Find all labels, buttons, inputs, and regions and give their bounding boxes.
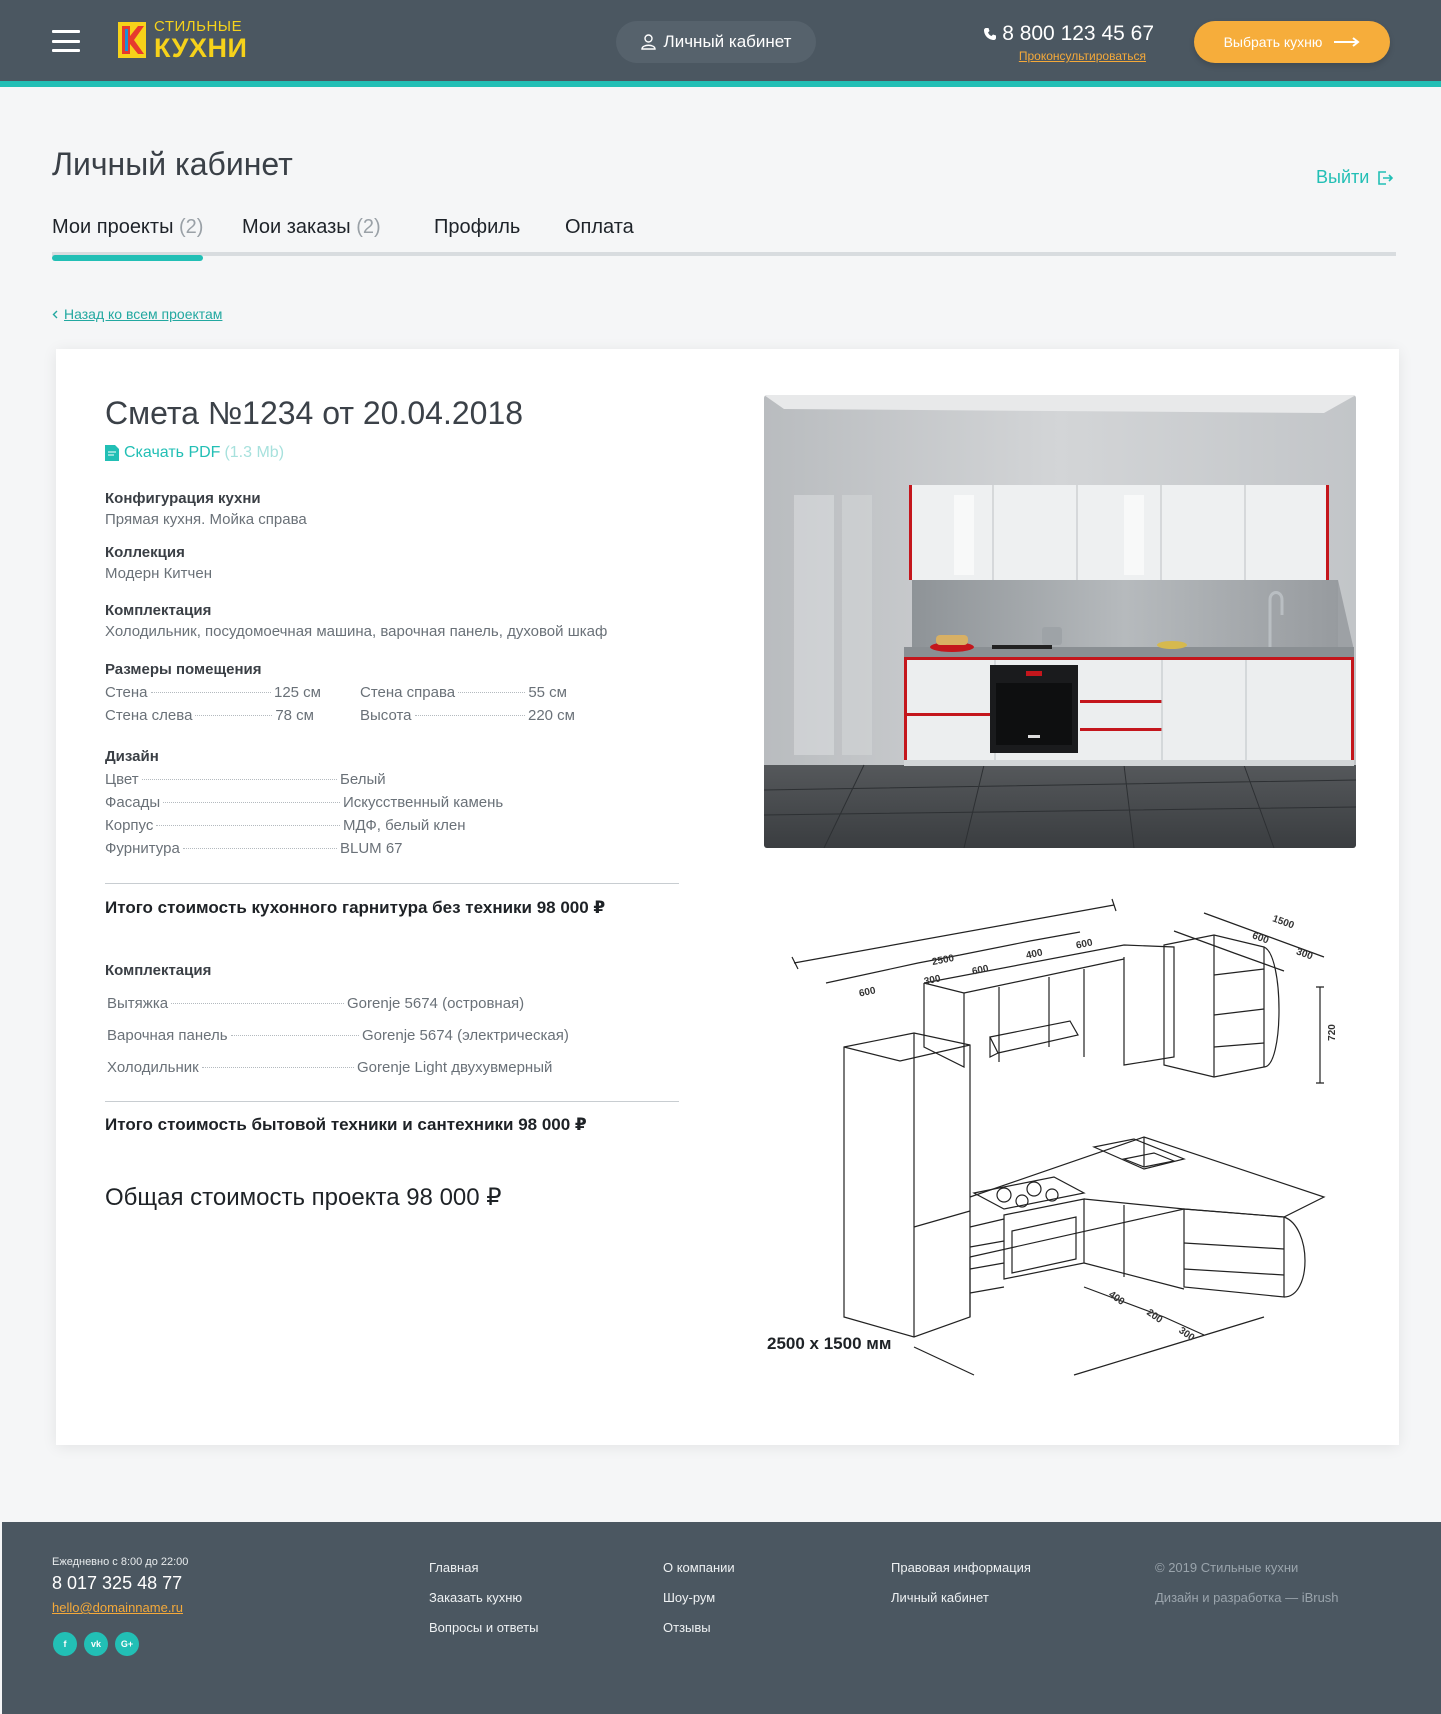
account-tabs: Мои проекты (2) Мои заказы (2) Профиль О…	[52, 216, 1396, 261]
consult-link[interactable]: Проконсультироваться	[1019, 49, 1146, 63]
design-body: Корпус МДФ, белый клен	[105, 817, 466, 834]
tab-my-orders[interactable]: Мои заказы (2)	[242, 216, 381, 239]
credits[interactable]: Дизайн и разработка — iBrush	[1155, 1590, 1339, 1605]
logo-line-2: КУХНИ	[154, 32, 248, 63]
appliance-hob: Варочная панель Gorenje 5674 (электрическ…	[107, 1027, 569, 1044]
room-wall-left: Стена слева 78 см	[105, 707, 314, 724]
divider	[105, 883, 679, 884]
footer-link-account[interactable]: Личный кабинет	[891, 1590, 989, 1605]
google-plus-icon[interactable]: G+	[115, 1632, 139, 1656]
account-button[interactable]: Личный кабинет	[616, 21, 816, 63]
design-hardware: Фурнитура BLUM 67	[105, 840, 403, 857]
total-appliances: Итого стоимость бытовой техники и сантех…	[105, 1115, 587, 1134]
collection-value: Модерн Китчен	[105, 565, 212, 582]
footer-email[interactable]: hello@domainname.ru	[52, 1600, 183, 1615]
vk-icon[interactable]: vk	[84, 1632, 108, 1656]
download-pdf-link[interactable]: Скачать PDF (1.3 Mb)	[105, 444, 284, 462]
room-wall-right: Стена справа 55 см	[360, 684, 567, 701]
menu-icon[interactable]	[52, 30, 80, 52]
equipment-value: Холодильник, посудомоечная машина, вароч…	[105, 623, 608, 640]
footer-link-faq[interactable]: Вопросы и ответы	[429, 1620, 538, 1635]
logo[interactable]: СТИЛЬНЫЕ КУХНИ	[118, 17, 248, 63]
estimate-title: Смета №1234 от 20.04.2018	[105, 395, 524, 431]
design-facades: Фасады Искусственный камень	[105, 794, 504, 811]
contact-block: 8 800 123 45 67 Проконсультироваться	[980, 22, 1154, 65]
appliances-label: Комплектация	[105, 962, 212, 979]
header-phone[interactable]: 8 800 123 45 67	[980, 22, 1154, 46]
config-label: Конфигурация кухни	[105, 490, 261, 507]
grand-total: Общая стоимость проекта 98 000 ₽	[105, 1184, 502, 1211]
divider	[105, 1101, 679, 1102]
drawing-caption: 2500 х 1500 мм	[767, 1334, 892, 1353]
room-height: Высота 220 см	[360, 707, 575, 724]
config-value: Прямая кухня. Мойка справа	[105, 511, 307, 528]
page-title: Личный кабинет	[52, 146, 293, 182]
collection-label: Коллекция	[105, 544, 185, 561]
arrow-right-icon	[1334, 37, 1360, 47]
user-icon	[640, 34, 656, 50]
logout-button[interactable]: Выйти	[1316, 167, 1394, 188]
logo-line-1: СТИЛЬНЫЕ	[154, 17, 243, 35]
kitchen-render-image	[764, 395, 1356, 848]
appliance-fridge: Холодильник Gorenje Light двухувмерный	[107, 1059, 553, 1076]
facebook-icon[interactable]: f	[53, 1632, 77, 1656]
footer-link-home[interactable]: Главная	[429, 1560, 478, 1575]
tab-my-projects[interactable]: Мои проекты (2)	[52, 216, 204, 261]
site-footer: Ежедневно с 8:00 до 22:00 8 017 325 48 7…	[2, 1522, 1441, 1714]
total-furniture: Итого стоимость кухонного гарнитура без …	[105, 898, 606, 917]
pdf-file-icon	[105, 445, 119, 461]
design-color: Цвет Белый	[105, 771, 386, 788]
footer-link-showroom[interactable]: Шоу-рум	[663, 1590, 715, 1605]
room-wall: Стена 125 см	[105, 684, 321, 701]
footer-link-reviews[interactable]: Отзывы	[663, 1620, 711, 1635]
account-label: Личный кабинет	[663, 32, 792, 51]
kitchen-technical-drawing: 2500 600 300 600 400 600 1500 600 300 72…	[764, 897, 1356, 1377]
choose-kitchen-button[interactable]: Выбрать кухню	[1194, 21, 1390, 63]
estimate-card: Смета №1234 от 20.04.2018 Скачать PDF (1.…	[56, 349, 1399, 1445]
back-to-projects-link[interactable]: Назад ко всем проектам	[52, 306, 222, 322]
footer-phone[interactable]: 8 017 325 48 77	[52, 1573, 182, 1594]
chevron-left-icon	[52, 310, 58, 318]
phone-icon	[984, 28, 997, 40]
footer-link-about[interactable]: О компании	[663, 1560, 735, 1575]
dimension-label: 720	[1326, 1024, 1338, 1041]
footer-link-legal[interactable]: Правовая информация	[891, 1560, 1031, 1575]
copyright: © 2019 Стильные кухни	[1155, 1560, 1299, 1575]
tab-profile[interactable]: Профиль	[434, 216, 520, 239]
design-label: Дизайн	[105, 748, 159, 765]
appliance-hood: Вытяжка Gorenje 5674 (островная)	[107, 995, 525, 1012]
site-header: СТИЛЬНЫЕ КУХНИ Личный кабинет 8 800 123 …	[0, 0, 1441, 87]
tab-payment[interactable]: Оплата	[565, 216, 634, 239]
footer-hours: Ежедневно с 8:00 до 22:00	[52, 1556, 189, 1568]
social-links: f vk G+	[53, 1632, 139, 1656]
footer-link-order[interactable]: Заказать кухню	[429, 1590, 522, 1605]
logo-icon	[118, 22, 146, 58]
equipment-label: Комплектация	[105, 602, 212, 619]
room-size-label: Размеры помещения	[105, 661, 262, 678]
logout-icon	[1378, 170, 1394, 185]
